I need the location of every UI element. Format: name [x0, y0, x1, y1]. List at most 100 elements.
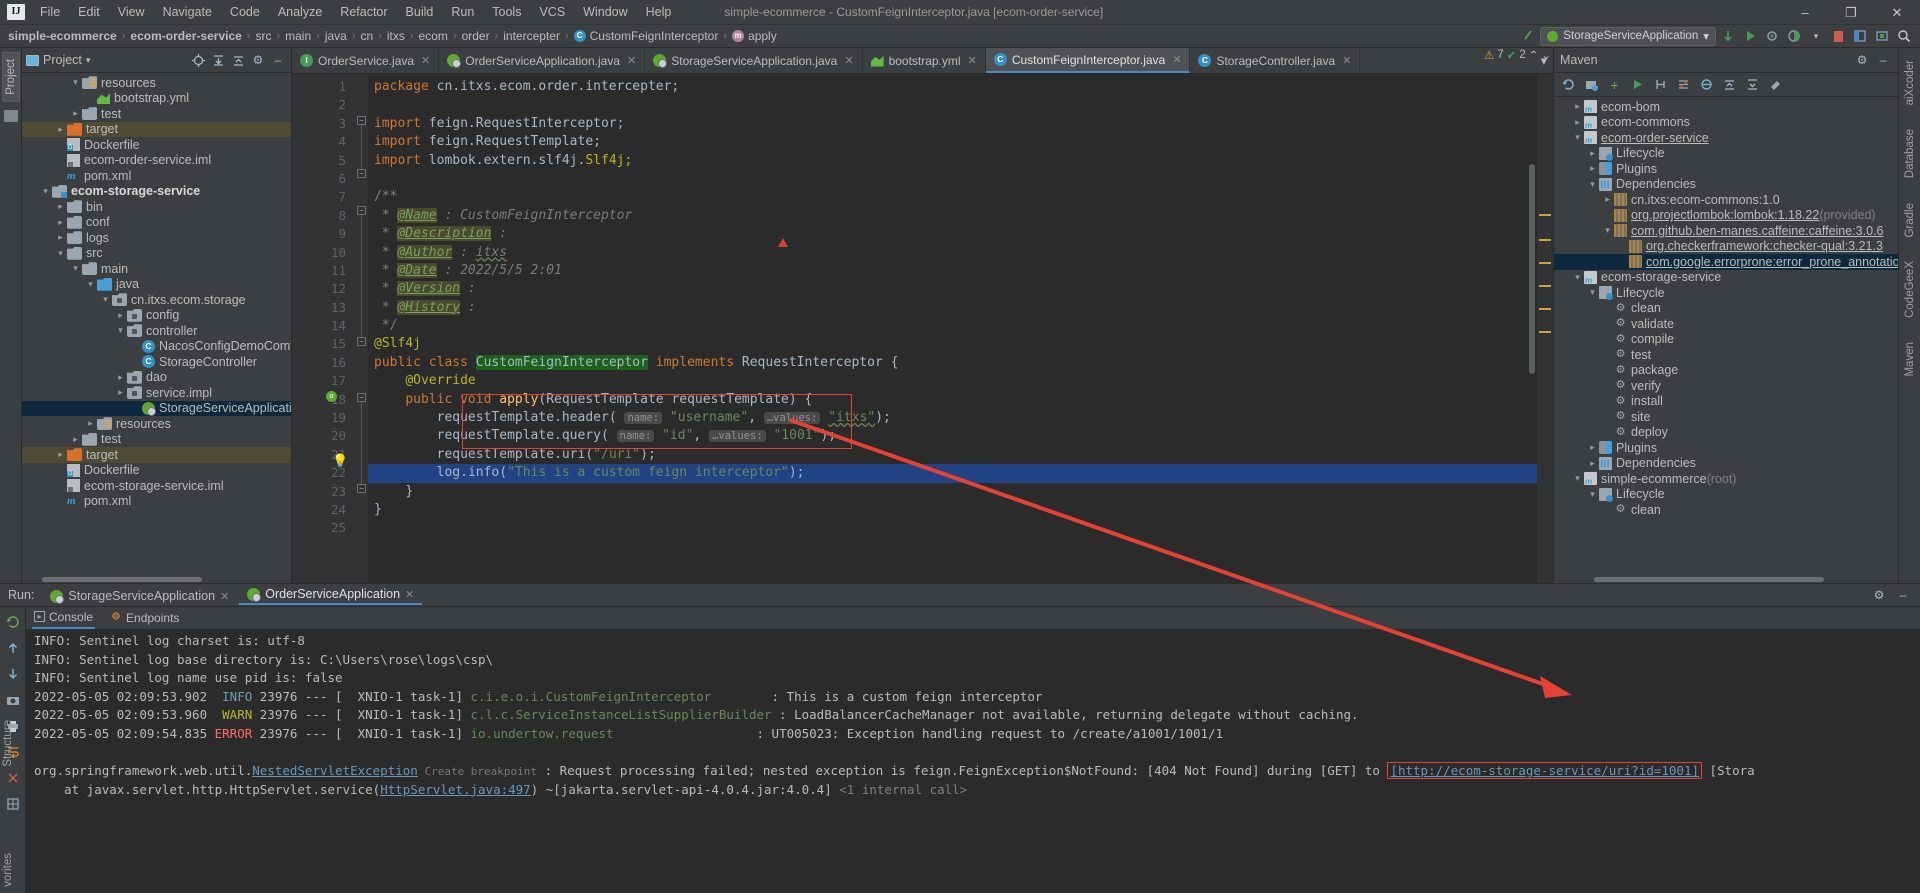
hide-icon[interactable]: – — [1874, 51, 1892, 69]
maven-settings-icon[interactable] — [1766, 75, 1785, 94]
chevron-closed-icon[interactable] — [114, 387, 127, 398]
settings-icon[interactable]: ⚙ — [1853, 51, 1871, 69]
console-internal-call[interactable]: <1 internal call> — [839, 782, 967, 797]
tree-node-storageserviceapplication[interactable]: StorageServiceApplication — [22, 400, 291, 416]
scroll-up-icon[interactable] — [4, 639, 21, 656]
menu-tools[interactable]: Tools — [483, 2, 530, 22]
tree-node-java[interactable]: java — [22, 277, 291, 293]
subtab-endpoints[interactable]: ☸ Endpoints — [109, 609, 181, 628]
maven-node-verify[interactable]: ⚙ verify — [1554, 378, 1898, 394]
chevron-closed-icon[interactable] — [1586, 163, 1599, 174]
tree-node-service-impl[interactable]: service.impl — [22, 385, 291, 401]
breadcrumb-item-ecom-order-service[interactable]: ecom-order-service — [130, 29, 241, 43]
breadcrumb-item-apply[interactable]: m apply — [732, 29, 777, 43]
close-icon[interactable]: ✕ — [1342, 54, 1351, 67]
tree-node-test[interactable]: test — [22, 432, 291, 448]
hide-icon[interactable]: – — [269, 51, 287, 69]
chevron-open-icon[interactable] — [1601, 225, 1614, 236]
chevron-open-icon[interactable] — [1571, 272, 1584, 283]
folder-icon[interactable] — [3, 109, 18, 122]
editor-tab-bootstrap-yml[interactable]: bootstrap.yml ✕ — [863, 48, 986, 73]
breadcrumb-item-src[interactable]: src — [255, 29, 271, 43]
fold-icon[interactable]: − — [357, 484, 366, 493]
tree-node-target[interactable]: target — [22, 447, 291, 463]
coverage-icon[interactable] — [1784, 26, 1804, 46]
maven-node-plugins[interactable]: Plugins — [1554, 161, 1898, 177]
tree-node-storagecontroller[interactable]: C StorageController — [22, 354, 291, 370]
add-icon[interactable]: + — [1605, 75, 1624, 94]
maven-node-package[interactable]: ⚙ package — [1554, 363, 1898, 379]
menu-navigate[interactable]: Navigate — [154, 2, 221, 22]
breadcrumb-item-order[interactable]: order — [462, 29, 490, 43]
chevron-closed-icon[interactable] — [114, 372, 127, 383]
run-maven-build-icon[interactable] — [1628, 75, 1647, 94]
maven-node-lifecycle[interactable]: Lifecycle — [1554, 146, 1898, 162]
breadcrumb-item-customfeigninterceptor[interactable]: C CustomFeignInterceptor — [573, 29, 718, 43]
close-icon[interactable]: ✕ — [968, 54, 977, 67]
breadcrumb-item-ecom[interactable]: ecom — [419, 29, 448, 43]
collapse-all-icon[interactable] — [229, 51, 247, 69]
maven-node-install[interactable]: ⚙ install — [1554, 394, 1898, 410]
expand-all-icon[interactable] — [209, 51, 227, 69]
run-icon[interactable] — [1740, 26, 1760, 46]
chevron-closed-icon[interactable] — [54, 201, 67, 212]
tool-tab-structure[interactable]: Structure — [0, 714, 16, 773]
build-icon[interactable] — [1718, 26, 1738, 46]
maven-node-com-github-ben-manes-caffeine-caffeine-3-0-6[interactable]: com.github.ben-manes.caffeine:caffeine:3… — [1554, 223, 1898, 239]
maximize-button[interactable]: ❐ — [1828, 0, 1874, 25]
inspection-summary[interactable]: ⚠ 7 ✔ 2 ⌃ ⌄ — [1484, 48, 1551, 62]
tree-node-ecom-order-service-iml[interactable]: ecom-order-service.iml — [22, 153, 291, 169]
chevron-closed-icon[interactable] — [54, 449, 67, 460]
maven-node-deploy[interactable]: ⚙ deploy — [1554, 425, 1898, 441]
close-icon[interactable]: ✕ — [220, 590, 229, 603]
rerun-icon[interactable] — [4, 613, 21, 630]
chevron-open-icon[interactable] — [69, 263, 82, 274]
menu-edit[interactable]: Edit — [69, 2, 109, 22]
locate-icon[interactable] — [189, 51, 207, 69]
tree-node-main[interactable]: main — [22, 261, 291, 277]
code-text[interactable]: package cn.itxs.ecom.order.intercepter; … — [368, 74, 1537, 583]
chevron-closed-icon[interactable] — [1586, 148, 1599, 159]
chevron-open-icon[interactable] — [114, 325, 127, 336]
chevron-closed-icon[interactable] — [1571, 101, 1584, 112]
generate-sources-icon[interactable] — [1582, 75, 1601, 94]
chevron-closed-icon[interactable] — [1586, 458, 1599, 469]
console-output[interactable]: INFO: Sentinel log charset is: utf-8 INFO… — [26, 629, 1920, 893]
chevron-closed-icon[interactable] — [69, 434, 82, 445]
code-editor[interactable]: 1 2 3 4 5 6 7 8 9 10 11 12 13 14 15 16 17 18 19 20 21 22 23 24 2… — [292, 49, 1553, 583]
create-breakpoint-link[interactable]: Create breakpoint — [418, 765, 537, 778]
settings-icon[interactable]: ⚙ — [249, 51, 267, 69]
tree-node-pom-xml[interactable]: m pom.xml — [22, 494, 291, 510]
maven-node-ecom-storage-service[interactable]: ecom-storage-service — [1554, 270, 1898, 286]
settings-icon[interactable]: ⚙ — [1870, 586, 1888, 604]
menu-file[interactable]: File — [31, 2, 69, 22]
editor-vertical-scrollbar[interactable] — [1529, 164, 1535, 374]
scroll-down-icon[interactable] — [4, 665, 21, 682]
close-icon[interactable]: ✕ — [1172, 53, 1181, 66]
maven-node-lifecycle[interactable]: Lifecycle — [1554, 487, 1898, 503]
chevron-open-icon[interactable] — [1586, 489, 1599, 500]
close-icon[interactable]: ✕ — [421, 54, 430, 67]
tree-node-bootstrap-yml[interactable]: bootstrap.yml — [22, 91, 291, 107]
close-icon[interactable]: ✕ — [627, 54, 636, 67]
close-icon[interactable]: ✕ — [405, 588, 414, 601]
menu-vcs[interactable]: VCS — [530, 2, 574, 22]
tree-node-dockerfile[interactable]: Dockerfile — [22, 137, 291, 153]
tool-tab-maven[interactable]: Maven — [1902, 336, 1918, 383]
run-tab-storageserviceapplication[interactable]: StorageServiceApplication ✕ — [42, 587, 237, 605]
search-everywhere-icon[interactable] — [1522, 28, 1538, 44]
tree-node-controller[interactable]: controller — [22, 323, 291, 339]
chevron-open-icon[interactable] — [1571, 132, 1584, 143]
fold-icon[interactable]: − — [357, 169, 366, 178]
tree-node-ecom-storage-service-iml[interactable]: ecom-storage-service.iml — [22, 478, 291, 494]
chevron-closed-icon[interactable] — [69, 108, 82, 119]
chevron-closed-icon[interactable] — [1586, 442, 1599, 453]
prev-problem-icon[interactable]: ⌃ — [1529, 48, 1539, 62]
breadcrumb-item-itxs[interactable]: itxs — [387, 29, 405, 43]
chevron-open-icon[interactable] — [69, 77, 82, 88]
run-tab-orderserviceapplication[interactable]: OrderServiceApplication ✕ — [239, 585, 423, 605]
chevron-open-icon[interactable] — [1571, 473, 1584, 484]
maven-node-dependencies[interactable]: Dependencies — [1554, 177, 1898, 193]
breadcrumb-item-java[interactable]: java — [325, 29, 347, 43]
maven-node-com-google-errorprone-error-prone-annotations-2[interactable]: com.google.errorprone:error_prone_annota… — [1554, 254, 1898, 270]
